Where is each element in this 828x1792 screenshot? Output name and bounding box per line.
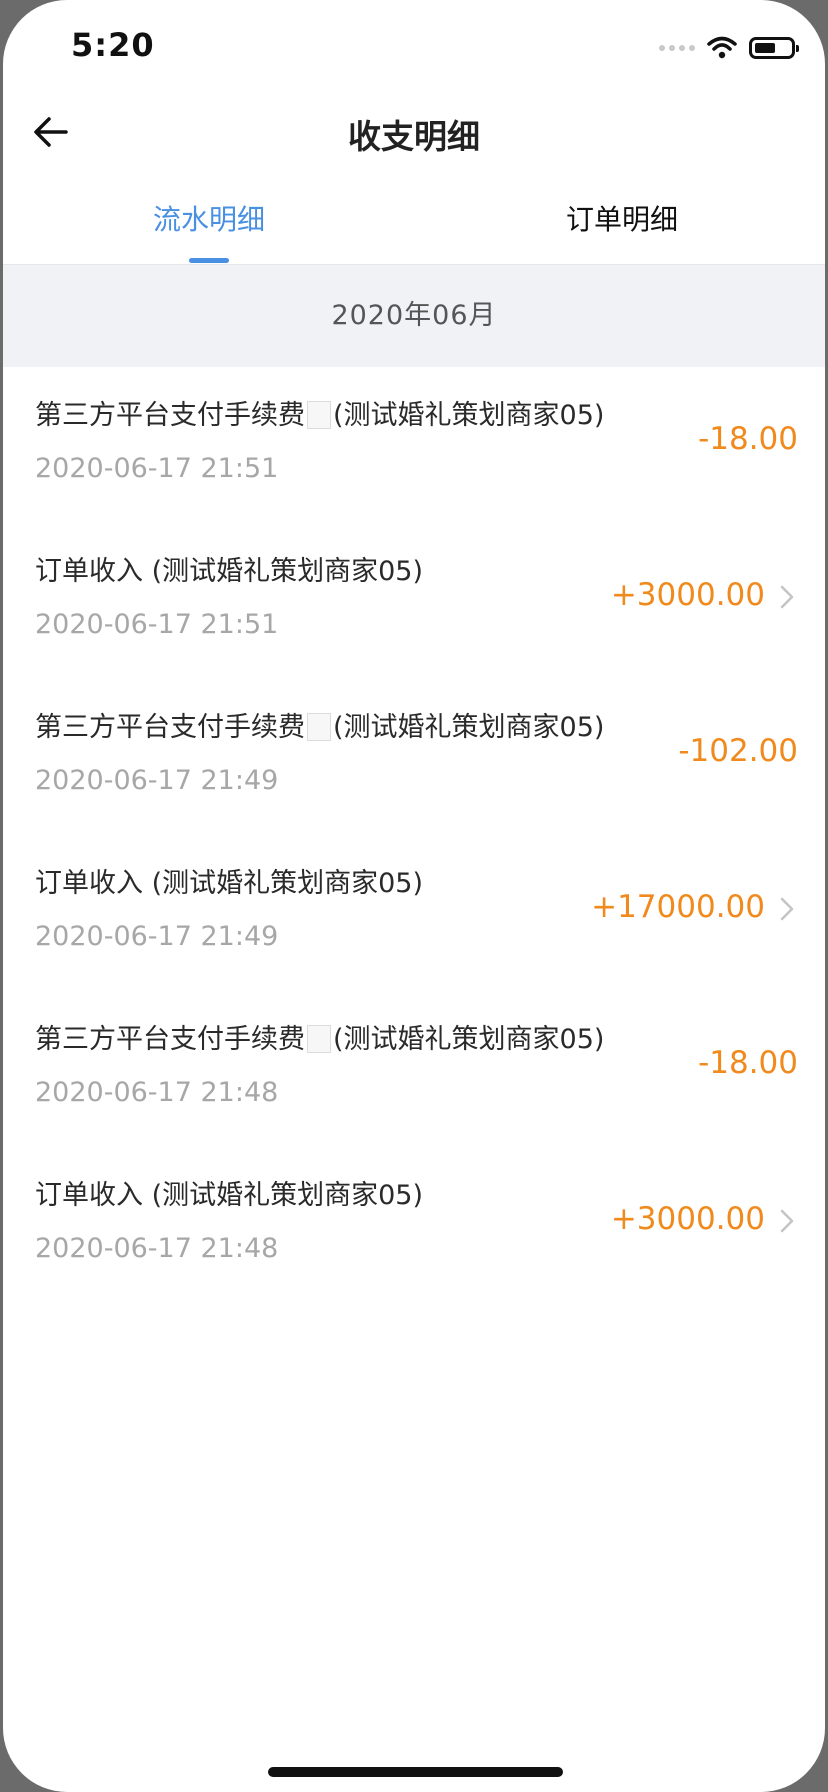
document-icon	[307, 1025, 331, 1053]
record-title-merchant: (测试婚礼策划商家05)	[143, 1180, 424, 1211]
document-icon	[307, 401, 331, 429]
record-amount: -102.00	[678, 733, 798, 769]
record-amount: +3000.00	[610, 577, 765, 613]
record-title-type: 订单收入	[35, 868, 143, 899]
status-time: 5:20	[71, 26, 155, 64]
transaction-list: 第三方平台支付手续费 (测试婚礼策划商家05) 2020-06-17 21:51 …	[3, 367, 825, 1303]
record-title-type: 第三方平台支付手续费	[35, 400, 305, 431]
tab-flow-details[interactable]: 流水明细	[153, 200, 265, 240]
record-title-type: 第三方平台支付手续费	[35, 712, 305, 743]
record-amount: -18.00	[698, 1045, 798, 1081]
chevron-right-icon	[780, 585, 794, 609]
record-title-merchant: (测试婚礼策划商家05)	[143, 868, 424, 899]
active-tab-indicator	[189, 258, 229, 263]
status-icons	[659, 34, 799, 62]
cellular-signal-icon	[659, 45, 695, 51]
list-item[interactable]: 订单收入 (测试婚礼策划商家05) 2020-06-17 21:51 +3000…	[3, 523, 825, 679]
record-time: 2020-06-17 21:48	[35, 1233, 279, 1264]
list-item: 第三方平台支付手续费 (测试婚礼策划商家05) 2020-06-17 21:49 …	[3, 679, 825, 835]
record-title-type: 订单收入	[35, 1180, 143, 1211]
navigation-bar: 收支明细	[3, 96, 825, 168]
list-item: 第三方平台支付手续费 (测试婚礼策划商家05) 2020-06-17 21:48 …	[3, 991, 825, 1147]
list-item: 第三方平台支付手续费 (测试婚礼策划商家05) 2020-06-17 21:51 …	[3, 367, 825, 523]
record-title: 订单收入 (测试婚礼策划商家05)	[35, 1173, 423, 1212]
record-title-merchant: (测试婚礼策划商家05)	[333, 712, 605, 743]
home-indicator[interactable]	[268, 1767, 563, 1777]
record-title-merchant: (测试婚礼策划商家05)	[333, 1024, 605, 1055]
list-item[interactable]: 订单收入 (测试婚礼策划商家05) 2020-06-17 21:49 +1700…	[3, 835, 825, 991]
record-title: 订单收入 (测试婚礼策划商家05)	[35, 549, 423, 588]
tab-order-details[interactable]: 订单明细	[566, 200, 678, 240]
phone-screen: 5:20 收支明细 流水明细 订单明细 2020年06月 第三方平台支付手续费 …	[3, 0, 825, 1792]
record-time: 2020-06-17 21:49	[35, 765, 279, 796]
page-title: 收支明细	[348, 117, 480, 156]
record-amount: -18.00	[698, 421, 798, 457]
chevron-right-icon	[780, 1209, 794, 1233]
wifi-icon	[707, 36, 737, 59]
record-title: 第三方平台支付手续费 (测试婚礼策划商家05)	[35, 393, 604, 432]
record-title-merchant: (测试婚礼策划商家05)	[143, 556, 424, 587]
record-title: 第三方平台支付手续费 (测试婚礼策划商家05)	[35, 705, 604, 744]
record-title-type: 订单收入	[35, 556, 143, 587]
month-section-header: 2020年06月	[3, 265, 825, 367]
document-icon	[307, 713, 331, 741]
record-time: 2020-06-17 21:51	[35, 609, 279, 640]
record-time: 2020-06-17 21:51	[35, 453, 279, 484]
status-bar: 5:20	[3, 0, 825, 96]
record-amount: +17000.00	[591, 889, 765, 925]
record-time: 2020-06-17 21:48	[35, 1077, 279, 1108]
record-title: 第三方平台支付手续费 (测试婚礼策划商家05)	[35, 1017, 604, 1056]
battery-icon	[749, 37, 799, 59]
record-time: 2020-06-17 21:49	[35, 921, 279, 952]
record-title-merchant: (测试婚礼策划商家05)	[333, 400, 605, 431]
record-title-type: 第三方平台支付手续费	[35, 1024, 305, 1055]
record-amount: +3000.00	[610, 1201, 765, 1237]
chevron-right-icon	[780, 897, 794, 921]
list-item[interactable]: 订单收入 (测试婚礼策划商家05) 2020-06-17 21:48 +3000…	[3, 1147, 825, 1303]
record-title: 订单收入 (测试婚礼策划商家05)	[35, 861, 423, 900]
tab-bar: 流水明细 订单明细	[3, 180, 825, 265]
